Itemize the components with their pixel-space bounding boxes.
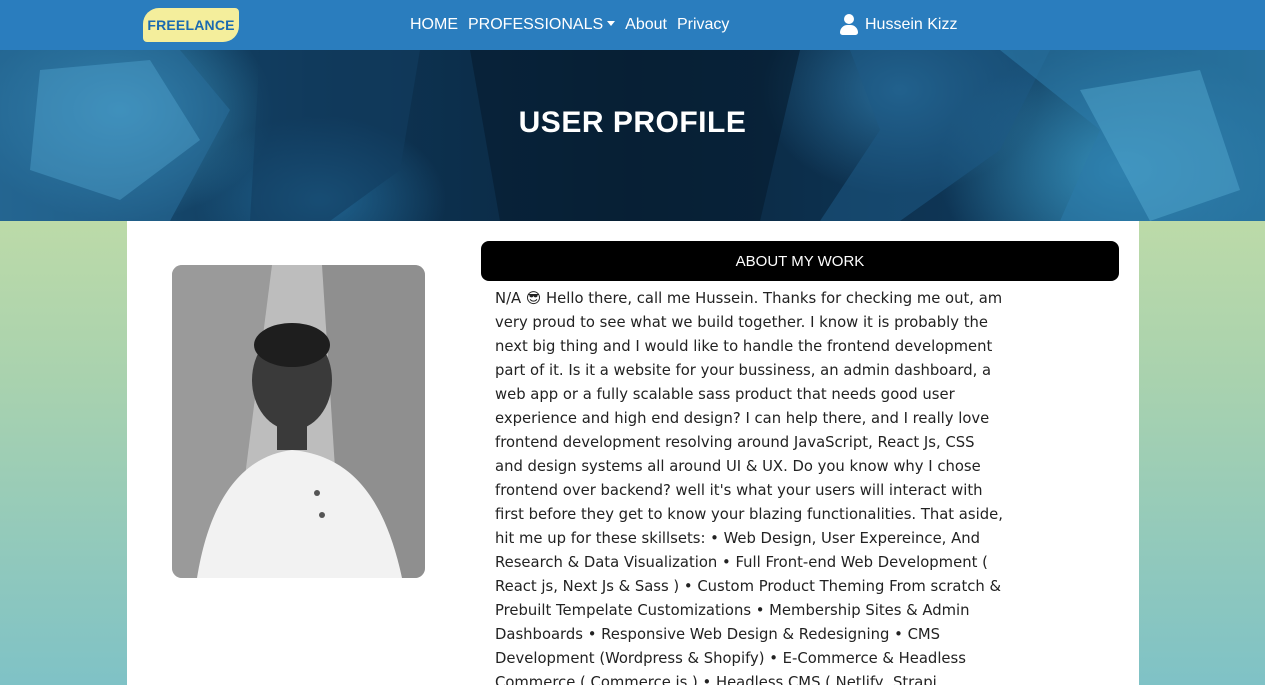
- about-text: N/A 😎 Hello there, call me Hussein. Than…: [495, 290, 1003, 685]
- user-menu[interactable]: Hussein Kizz: [840, 0, 957, 50]
- top-navbar: FREELANCE HOME PROFESSIONALS About Priva…: [0, 0, 1265, 50]
- hero-banner: USER PROFILE: [0, 50, 1265, 221]
- user-icon: [840, 14, 858, 36]
- profile-card: ABOUT MY WORK N/A 😎 Hello there, call me…: [127, 221, 1139, 685]
- nav-privacy-link[interactable]: Privacy: [677, 16, 729, 34]
- nav-home-link[interactable]: HOME: [410, 16, 458, 34]
- nav-links: HOME PROFESSIONALS About Privacy: [410, 0, 739, 50]
- freelance-logo[interactable]: FREELANCE: [143, 8, 239, 42]
- profile-photo: [172, 265, 425, 578]
- about-my-work-heading: ABOUT MY WORK: [481, 241, 1119, 281]
- nav-professionals-label: PROFESSIONALS: [468, 16, 604, 33]
- user-name: Hussein Kizz: [865, 16, 958, 33]
- profile-photo-figure: [172, 265, 425, 578]
- caret-down-icon: [607, 21, 616, 26]
- nav-about-link[interactable]: About: [625, 16, 667, 34]
- page-title: USER PROFILE: [518, 106, 747, 139]
- nav-professionals-dropdown[interactable]: PROFESSIONALS: [468, 16, 616, 34]
